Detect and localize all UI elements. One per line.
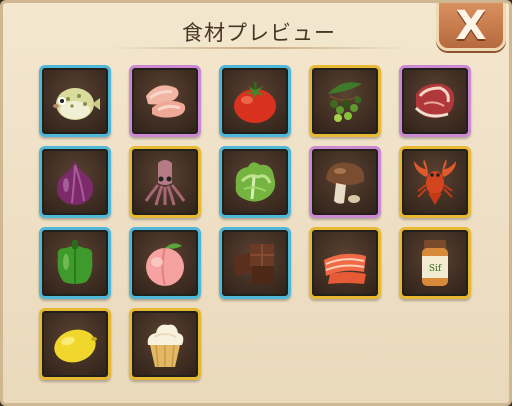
ingredient-slot-chocolate[interactable] xyxy=(219,227,291,299)
peach-icon xyxy=(146,243,184,287)
ingredient-slot-squid[interactable] xyxy=(129,146,201,218)
ingredient-slot-onion[interactable] xyxy=(39,146,111,218)
ingredient-slot-green-pepper[interactable] xyxy=(39,227,111,299)
green-pepper-icon xyxy=(57,240,93,284)
ingredient-slot-spice-jar[interactable]: Sif xyxy=(399,227,471,299)
ingredient-slot-peppercorn[interactable] xyxy=(309,65,381,137)
ingredient-slot-lemon[interactable] xyxy=(39,308,111,380)
ingredient-grid: Sif xyxy=(39,65,479,385)
chicken-icon xyxy=(146,85,186,118)
ingredient-slot-peach[interactable] xyxy=(129,227,201,299)
ingredient-slot-pufferfish[interactable] xyxy=(39,65,111,137)
ingredient-slot-chicken[interactable] xyxy=(129,65,201,137)
ingredient-slot-lobster[interactable] xyxy=(399,146,471,218)
ingredient-slot-lettuce[interactable] xyxy=(219,146,291,218)
squid-icon xyxy=(144,160,186,206)
steak-icon xyxy=(414,83,455,118)
ingredient-preview-dialog: 食材プレビュー X Sif xyxy=(0,0,512,406)
lemon-icon xyxy=(54,329,97,363)
spice-jar-label: Sif xyxy=(429,264,442,274)
ingredient-slot-cupcake[interactable] xyxy=(129,308,201,380)
spice-jar-icon: Sif xyxy=(422,240,448,286)
lobster-icon xyxy=(414,159,456,205)
title-divider xyxy=(109,47,409,49)
close-button[interactable]: X xyxy=(436,3,506,51)
close-icon[interactable]: X xyxy=(439,3,503,49)
ingredient-slot-mushroom[interactable] xyxy=(309,146,381,218)
chocolate-icon xyxy=(232,244,274,284)
pufferfish-icon xyxy=(53,88,100,120)
ingredient-slot-salmon[interactable] xyxy=(309,227,381,299)
tomato-icon xyxy=(234,82,276,123)
salmon-icon xyxy=(324,253,366,284)
lettuce-icon xyxy=(235,162,276,202)
mushroom-icon xyxy=(326,162,365,204)
peppercorn-icon xyxy=(328,82,362,122)
ingredient-slot-tomato[interactable] xyxy=(219,65,291,137)
cupcake-icon xyxy=(147,324,184,368)
ingredient-slot-steak[interactable] xyxy=(399,65,471,137)
onion-icon xyxy=(57,161,93,205)
